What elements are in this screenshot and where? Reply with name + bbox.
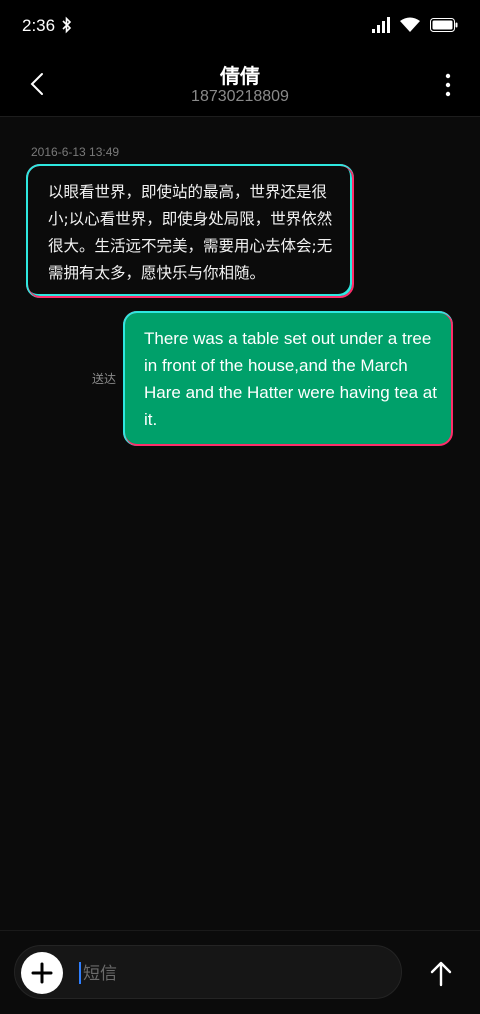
status-bar: 2:36 [0, 0, 480, 52]
incoming-message-bubble[interactable]: 以眼看世界，即使站的最高，世界还是很小;以心看世界，即使身处局限，世界依然很大。… [26, 164, 354, 298]
bluetooth-icon [62, 16, 72, 34]
delivery-status: 送达 [92, 372, 117, 386]
signal-icon [372, 17, 390, 33]
message-timestamp: 2016-6-13 13:49 [31, 145, 120, 159]
incoming-message-text: 以眼看世界，即使站的最高，世界还是很小;以心看世界，即使身处局限，世界依然很大。… [48, 183, 333, 282]
outgoing-message-bubble[interactable]: There was a table set out under a tree i… [123, 311, 453, 446]
wifi-icon [400, 17, 420, 32]
attach-button[interactable] [21, 952, 63, 994]
conversation-header: 倩倩 18730218809 [0, 52, 480, 117]
battery-icon [430, 18, 458, 32]
message-input-container [14, 945, 402, 999]
send-arrow-icon[interactable] [424, 957, 458, 991]
plus-icon [31, 962, 53, 984]
status-time: 2:36 [22, 16, 56, 35]
status-icons [372, 17, 458, 33]
contact-name: 倩倩 [220, 64, 260, 88]
message-input[interactable] [81, 960, 385, 988]
outgoing-message-text: There was a table set out under a tree i… [144, 329, 437, 429]
contact-number: 18730218809 [191, 88, 289, 105]
more-options-icon[interactable] [444, 72, 452, 98]
message-composer [0, 930, 480, 1014]
